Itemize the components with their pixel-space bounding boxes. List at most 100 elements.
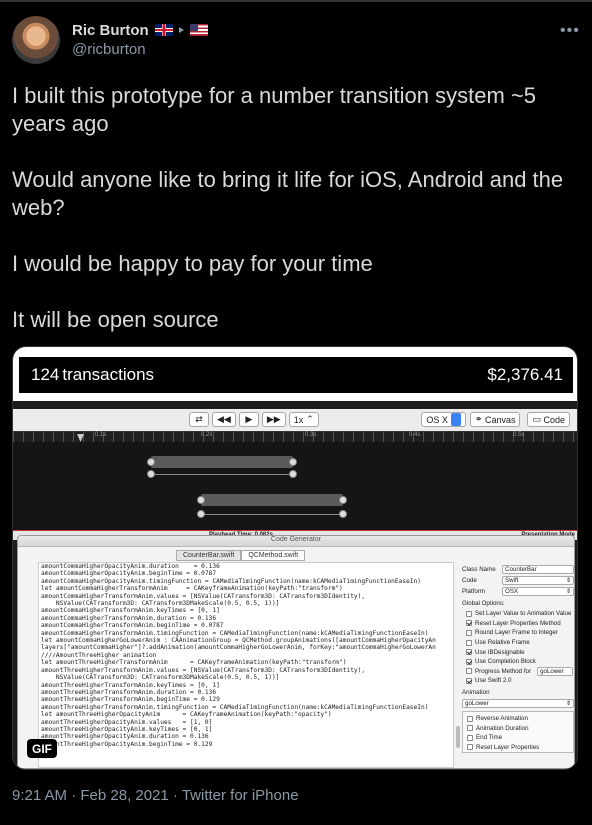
platform-select[interactable]: OSX ⇕: [502, 587, 574, 596]
chevron-updown-icon: ⇕: [565, 699, 571, 707]
code-line: let amountThreeHigherOpacityAnim = CAKey…: [41, 711, 332, 719]
speed-select[interactable]: 1x ⌃: [288, 412, 319, 427]
option-checkbox-row[interactable]: Round Layer Frame to Integer: [462, 628, 574, 638]
code-line: amountCommaHigherOpacityAnim.beginTime =…: [41, 570, 217, 578]
checkbox[interactable]: [466, 658, 472, 665]
platform-label: Platform: [462, 588, 486, 595]
keyframe-dot[interactable]: [289, 458, 297, 466]
checkbox[interactable]: [467, 715, 473, 722]
option-label: Animation Duration: [476, 724, 529, 732]
tick-label: 0.4s: [409, 432, 421, 438]
code-line: amountThreeHigherTransformAnim.keyTimes …: [41, 681, 220, 689]
track-bar[interactable]: [201, 494, 343, 506]
checkbox[interactable]: [466, 649, 472, 656]
keyframe-dot[interactable]: [289, 470, 297, 478]
chevron-updown-icon: ⇕: [565, 588, 571, 595]
option-checkbox-row[interactable]: Reset Layer Properties: [463, 743, 573, 753]
keyframe-dot[interactable]: [147, 470, 155, 478]
track-bar[interactable]: [151, 456, 293, 468]
option-label: Round Layer Frame to Integer: [475, 629, 558, 637]
checkbox[interactable]: [467, 725, 473, 732]
tweet-text: I built this prototype for a number tran…: [12, 82, 582, 362]
option-label: Set Layer Value to Animation Value: [475, 610, 572, 618]
option-checkbox-row[interactable]: Use Completion Block: [462, 657, 574, 667]
option-checkbox-row[interactable]: Reset Layer Properties Method: [462, 619, 574, 629]
option-checkbox-row[interactable]: Set Layer Value to Animation Value: [462, 609, 574, 619]
animation-select[interactable]: goLower ⇕: [462, 698, 574, 708]
code-language-select[interactable]: Swift ⇕: [502, 576, 574, 585]
checkbox[interactable]: [466, 677, 472, 684]
os-select[interactable]: OS X: [421, 412, 466, 427]
chevron-down-icon: ⌃: [306, 414, 314, 424]
canvas-label: Canvas: [484, 414, 516, 425]
keyframe-dot[interactable]: [197, 496, 205, 504]
checkbox[interactable]: [466, 610, 472, 617]
tweet-media-gif[interactable]: 124 transactions $2,376.41 ⇄ ◀◀ ▶ ▶▶ 1x ⌃…: [12, 346, 578, 770]
option-checkbox-row[interactable]: Reverse Animation: [463, 714, 573, 724]
option-label: Reset Layer Properties Method: [475, 619, 561, 627]
keyframe-dot[interactable]: [339, 510, 347, 518]
code-line: amountThreeHigherOpacityAnim.beginTime =…: [41, 740, 213, 748]
more-horizontal-icon[interactable]: •••: [560, 22, 580, 40]
counter-bar: 124 transactions $2,376.41: [19, 357, 573, 393]
toolbar-right: OS X ⚭ Canvas ▭ Code: [421, 412, 573, 427]
tweet-paragraph: I would be happy to pay for your time: [12, 251, 373, 276]
checkbox[interactable]: [467, 744, 473, 751]
checkbox[interactable]: [466, 639, 472, 646]
code-generator-window: Code Generator CounterBar.swift QCMethod…: [17, 535, 575, 769]
animation-options-list: Reverse Animation Animation Duration End T…: [462, 710, 574, 753]
class-name-input[interactable]: CounterBar: [502, 565, 574, 574]
option-checkbox-row[interactable]: Use Swift 2.0: [462, 676, 574, 686]
tweet-timestamp[interactable]: 9:21 AM · Feb 28, 2021 · Twitter for iPh…: [12, 787, 299, 804]
option-label: Reset Layer Properties: [476, 743, 540, 751]
author-handle[interactable]: @ricburton: [72, 41, 146, 58]
keyframe-dot[interactable]: [339, 496, 347, 504]
global-options-label: Global Options:: [462, 600, 505, 607]
checkbox[interactable]: [466, 629, 472, 636]
option-label: Use IBDesignable: [475, 648, 525, 656]
class-name-row: Class Name CounterBar: [462, 564, 574, 575]
checkbox[interactable]: [467, 734, 473, 741]
tick-label: 0.3s: [305, 432, 317, 438]
rewind-icon[interactable]: ◀◀: [212, 412, 236, 427]
tab-counterbar-swift[interactable]: CounterBar.swift: [176, 550, 242, 561]
play-icon: [178, 27, 184, 33]
canvas-button[interactable]: ⚭ Canvas: [469, 412, 521, 427]
code-button[interactable]: ▭ Code: [527, 412, 570, 427]
option-label: End Time: [476, 734, 503, 742]
option-checkbox-row[interactable]: End Time: [463, 733, 573, 743]
author-name[interactable]: Ric Burton: [72, 22, 149, 39]
checkbox[interactable]: [466, 620, 472, 627]
code-line: NSValue(CATransform3D: CATransform3DMake…: [41, 600, 280, 608]
option-checkbox-row[interactable]: Use IBDesignable: [462, 647, 574, 657]
fast-forward-icon[interactable]: ▶▶: [261, 412, 286, 427]
code-scrollbar[interactable]: [456, 726, 460, 748]
code-line: amountCommaHigherTransformAnim.duration …: [41, 614, 217, 622]
top-divider: [0, 0, 592, 2]
option-checkbox-row[interactable]: Use Relative Frame: [462, 638, 574, 648]
option-checkbox-row[interactable]: Progress Method for goLower: [462, 666, 574, 677]
code-line: let amountCommaHigherGoLowerAnim : CAAni…: [41, 637, 436, 645]
checkbox[interactable]: [466, 668, 472, 675]
animation-timeline[interactable]: 0.1s 0.2s 0.3s 0.4s 0.5s: [13, 431, 577, 531]
keyframe-dot[interactable]: [147, 458, 155, 466]
tweet-paragraph: Would anyone like to bring it life for i…: [12, 167, 564, 220]
keyframe-dot[interactable]: [197, 510, 205, 518]
counter-word: transactions: [62, 365, 155, 384]
code-generator-title: Code Generator: [18, 536, 574, 547]
progress-method-select[interactable]: goLower: [537, 666, 574, 676]
tab-qcmethod-swift[interactable]: QCMethod.swift: [241, 550, 306, 561]
code-editor[interactable]: amountCommaHigherOpacityAnim.duration = …: [38, 562, 454, 768]
code-line: amountCommaHigherOpacityAnim.timingFunct…: [41, 577, 421, 585]
play-button[interactable]: ▶: [238, 412, 259, 427]
code-line: amountThreeHigherOpacityAnim.keyTimes = …: [41, 725, 213, 733]
loop-icon[interactable]: ⇄: [189, 412, 209, 427]
option-label: Progress Method for: [475, 667, 532, 675]
code-line: amountThreeHigherTransformAnim.timingFun…: [41, 703, 429, 711]
avatar[interactable]: [12, 16, 60, 64]
chevron-updown-icon: ⇕: [565, 577, 571, 584]
global-options-list: Set Layer Value to Animation Value Reset …: [462, 609, 574, 686]
option-label: Use Swift 2.0: [475, 677, 512, 685]
option-checkbox-row[interactable]: Animation Duration: [463, 723, 573, 733]
counter-number: 124: [31, 365, 60, 384]
